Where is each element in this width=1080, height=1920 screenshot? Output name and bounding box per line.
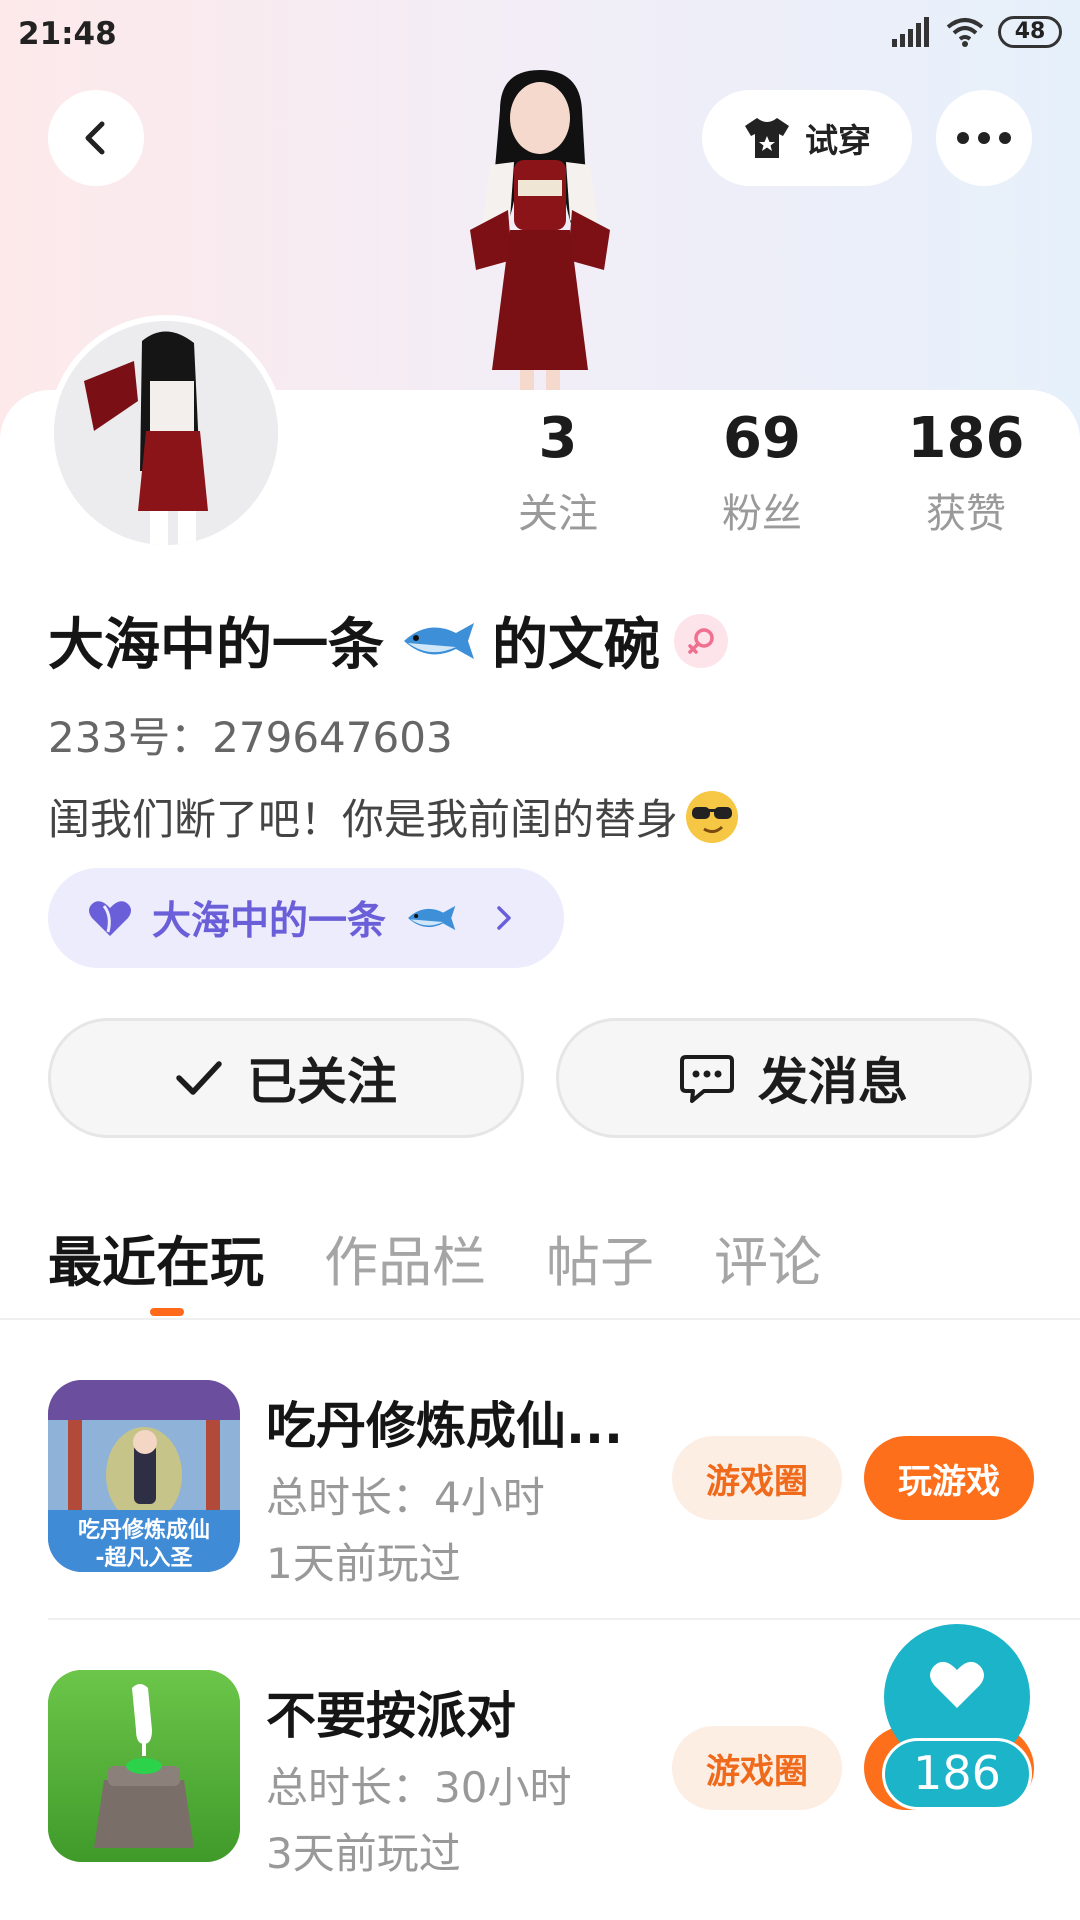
tab-comments[interactable]: 评论 (714, 1218, 822, 1297)
sunglasses-emoji-icon (686, 790, 739, 843)
character-figure (470, 70, 610, 398)
user-id: 233号：279647603 (48, 713, 453, 762)
stat-following[interactable]: 3 关注 (478, 400, 638, 544)
username-part-2: 的文碗 (492, 613, 660, 678)
tshirt-icon (745, 118, 789, 158)
back-button[interactable] (48, 90, 144, 186)
try-on-label: 试穿 (805, 121, 871, 160)
chevron-right-icon (497, 906, 511, 930)
row-divider (48, 1618, 1080, 1620)
gender-female-badge (674, 613, 728, 668)
active-tab-indicator (150, 1308, 184, 1316)
bio-text: 闺我们断了吧！你是我前闺的替身 (48, 795, 679, 844)
wifi-icon (946, 18, 984, 47)
likes-count: 186 (907, 406, 1025, 471)
game-thumbnail (48, 1670, 240, 1862)
avatar-character-image (54, 321, 278, 545)
followers-count: 69 (723, 406, 801, 471)
following-count: 3 (538, 406, 578, 471)
profile-tabs: 最近在玩 作品栏 帖子 评论 (48, 1218, 822, 1297)
status-icons: 48 (892, 16, 1062, 48)
game-thumbnail: 吃丹修炼成仙 -超凡入圣 (48, 1380, 240, 1572)
tabs-divider (0, 1318, 1080, 1320)
more-button[interactable] (936, 90, 1032, 186)
heart-icon (930, 1661, 984, 1708)
followers-label: 粉丝 (722, 491, 802, 537)
game-last-played: 3天前玩过 (266, 1829, 461, 1878)
battery-indicator: 48 (998, 16, 1062, 48)
followed-button-label: 已关注 (247, 1053, 397, 1111)
username-row: 大海中的一条 的文碗 (48, 600, 728, 681)
chevron-left-icon (85, 121, 105, 155)
send-message-button[interactable]: 发消息 (556, 1018, 1032, 1138)
fish-emoji-icon (408, 905, 456, 931)
stat-followers[interactable]: 69 粉丝 (682, 400, 842, 544)
group-chip-label: 大海中的一条 (152, 899, 387, 944)
try-on-button[interactable]: 试穿 (702, 90, 912, 186)
tab-posts[interactable]: 帖子 (546, 1218, 654, 1297)
game-title: 不要按派对 (266, 1687, 516, 1745)
followed-button[interactable]: 已关注 (48, 1018, 524, 1138)
more-dots-icon (957, 132, 1011, 144)
tab-works[interactable]: 作品栏 (324, 1218, 486, 1297)
user-bio: 闺我们断了吧！你是我前闺的替身 (48, 786, 740, 847)
chat-bubble-icon (680, 1055, 734, 1103)
like-count-badge: 186 (882, 1738, 1032, 1810)
game-title: 吃丹修炼成仙... (266, 1397, 623, 1455)
game-circle-button[interactable]: 游戏圈 (672, 1726, 842, 1810)
check-icon (176, 1061, 222, 1095)
tab-recently-played[interactable]: 最近在玩 (48, 1218, 264, 1297)
heart-icon (89, 901, 131, 936)
signal-icon (892, 17, 929, 47)
play-game-button[interactable]: 玩游戏 (864, 1436, 1034, 1520)
group-chip[interactable]: 大海中的一条 (48, 868, 564, 968)
game-duration: 总时长：30小时 (266, 1763, 572, 1812)
stat-likes[interactable]: 186 获赞 (886, 400, 1046, 544)
username-part-1: 大海中的一条 (48, 613, 384, 678)
status-bar: 21:48 48 (0, 0, 1080, 70)
game-thumbnail-caption-2: -超凡入圣 (95, 1546, 193, 1571)
female-symbol-icon (688, 627, 714, 654)
status-time: 21:48 (18, 16, 117, 52)
game-thumbnail-image (48, 1670, 240, 1862)
fish-emoji-icon (404, 622, 474, 659)
send-message-label: 发消息 (758, 1053, 908, 1111)
game-circle-button[interactable]: 游戏圈 (672, 1436, 842, 1520)
user-avatar[interactable] (48, 315, 284, 551)
game-duration: 总时长：4小时 (266, 1473, 545, 1522)
likes-label: 获赞 (926, 491, 1006, 537)
game-list-item[interactable]: 吃丹修炼成仙 -超凡入圣 吃丹修炼成仙... 总时长：4小时 1天前玩过 游戏圈… (48, 1380, 1080, 1588)
game-last-played: 1天前玩过 (266, 1539, 461, 1588)
following-label: 关注 (518, 491, 598, 537)
